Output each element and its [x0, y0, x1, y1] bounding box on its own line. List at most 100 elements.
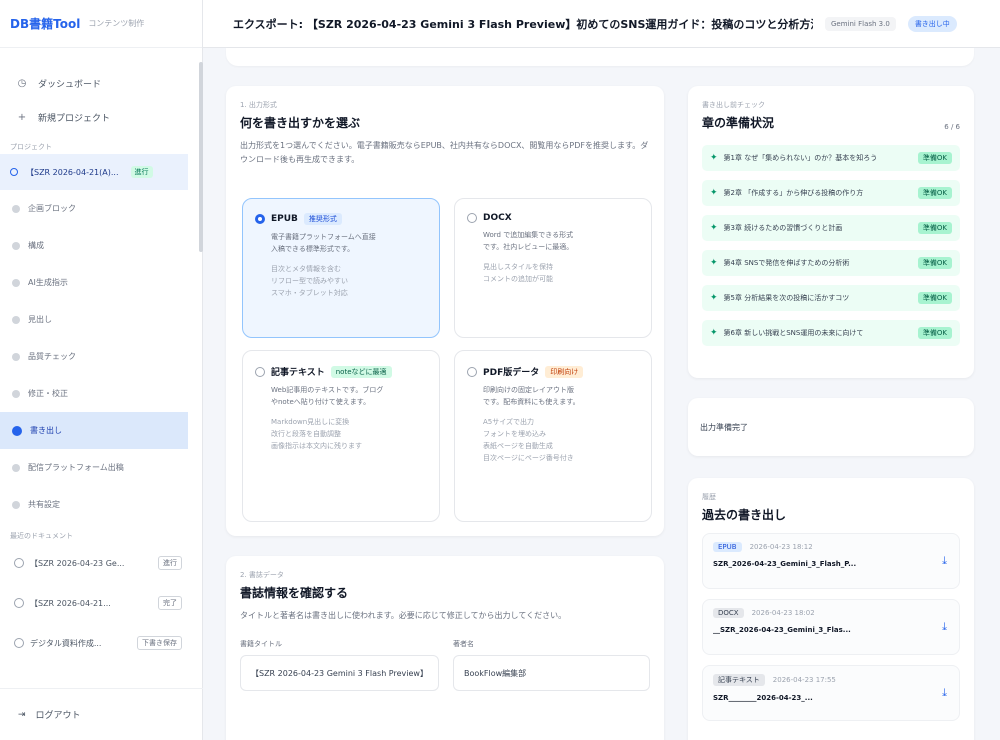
check-icon: ✦	[710, 188, 718, 198]
chapter-row: ✦ 第4章 SNSで発信を伸ばすための分析術 準備OK	[702, 250, 960, 276]
option-description: 電子書籍プラットフォームへ直接 入稿できる標準形式です。	[255, 231, 427, 255]
nav-dashboard[interactable]: ◷ ダッシュボード	[0, 66, 202, 100]
sidebar-step-item[interactable]: 構成	[0, 227, 188, 264]
model-badge: Gemini Flash 3.0	[825, 16, 896, 31]
sidebar-doc-item[interactable]: 【SZR 2026-04-23 Ge... 進行	[0, 543, 188, 583]
format-card: 1. 出力形式 何を書き出すかを選ぶ 出力形式を1つ選んでください。電子書籍販売…	[226, 86, 664, 536]
desc-line: やnoteへ貼り付けて使えます。	[271, 398, 371, 406]
option-name: EPUB	[271, 214, 298, 224]
step-label: AI生成指示	[28, 278, 68, 287]
sidebar-step-item[interactable]: 品質チェック	[0, 338, 188, 375]
doc-badge: 進行	[158, 556, 182, 570]
format-card-title: 何を書き出すかを選ぶ	[240, 116, 361, 130]
sidebar-step-item[interactable]: 配信プラットフォーム出稿	[0, 449, 188, 486]
step-label: 構成	[28, 241, 44, 250]
format-option-EPUB[interactable]: EPUB 推奨形式 電子書籍プラットフォームへ直接 入稿できる標準形式です。 目次とメタ…	[242, 198, 440, 338]
chapters-card: 書き出し前チェック 章の準備状況 6 / 6 ✦ 第1章 なぜ「集められない」のか…	[688, 86, 974, 378]
radio-button[interactable]	[255, 366, 265, 377]
option-notes: Markdown見出しに変換 改行と段落を自動調整画像指示は本文内に残ります	[255, 416, 427, 452]
note-line: Markdown見出しに変換	[271, 418, 350, 426]
chapter-row: ✦ 第3章 続けるための習慣づくりと計画 準備OK	[702, 215, 960, 241]
download-icon[interactable]: ⤓	[942, 686, 947, 700]
status-badge: 書き出し中	[907, 15, 957, 32]
option-description: 印刷向けの固定レイアウト版 です。配布資料にも使えます。	[467, 384, 639, 408]
option-head: EPUB 推奨形式	[255, 213, 427, 225]
author-field: 著者名 BookFlow編集部	[452, 639, 650, 691]
step-indicator-icon	[12, 278, 20, 287]
doc-badge: 完了	[158, 596, 182, 610]
sidebar-step-item[interactable]: AI生成指示	[0, 264, 188, 301]
sidebar-step-item[interactable]: 企画ブロック	[0, 190, 188, 227]
sidebar-step-item[interactable]: 見出し	[0, 301, 188, 338]
step-label: 品質チェック	[28, 352, 76, 361]
format-option-PDF版データ[interactable]: PDF版データ 印刷向け 印刷向けの固定レイアウト版 です。配布資料にも使えます。 A5…	[454, 350, 652, 522]
step-label: 見出し	[28, 315, 52, 324]
option-notes: 目次とメタ情報を含む リフロー型で読みやすい スマホ・タブレット対応	[255, 263, 427, 299]
sidebar-doc-item[interactable]: デジタル資料作成... 下書き保存	[0, 623, 188, 663]
brand[interactable]: DB書籍Tool コンテンツ制作	[0, 0, 202, 48]
logout-label: ログアウト	[35, 711, 81, 721]
metadata-card-desc: タイトルと著者名は書き出しに使われます。必要に応じて修正してから出力してください…	[240, 611, 567, 620]
project-label: 【SZR 2026-04-21(A)...	[26, 167, 119, 177]
page-header: エクスポート: 【SZR 2026-04-23 Gemini 3 Flash P…	[203, 0, 1000, 48]
history-card-label: 履歴	[702, 493, 716, 501]
sidebar-step-item[interactable]: 書き出し	[0, 412, 188, 449]
note-line: 見出しスタイルを保持	[483, 263, 553, 271]
chapter-count: 6 / 6	[944, 123, 960, 131]
desc-line: 電子書籍プラットフォームへ直接	[271, 233, 376, 241]
active-project-item[interactable]: 【SZR 2026-04-21(A)... 進行	[0, 154, 188, 190]
brand-logo[interactable]: DB書籍Tool	[10, 15, 80, 32]
book-title-input[interactable]: 【SZR 2026-04-23 Gemini 3 Flash Preview】	[240, 655, 439, 691]
chapter-status-badge: 準備OK	[917, 327, 952, 339]
radio-button[interactable]	[255, 214, 265, 224]
history-filename: SZR________2026-04-23_...	[713, 694, 813, 702]
author-input[interactable]: BookFlow編集部	[452, 655, 650, 691]
format-card-desc: 出力形式を1つ選んでください。電子書籍販売ならEPUB、社内共有ならDOCX、閲…	[240, 141, 649, 164]
chapters-card-title: 章の準備状況	[702, 116, 775, 130]
history-item-head: DOCX 2026-04-23 18:02	[713, 608, 949, 618]
step-indicator-icon	[12, 241, 20, 250]
option-name: DOCX	[483, 213, 512, 223]
logout-button[interactable]: ⇥ ログアウト	[0, 688, 203, 740]
note-line: 目次とメタ情報を含む	[271, 265, 341, 273]
sidebar-doc-item[interactable]: 【SZR 2026-04-21... 完了	[0, 583, 188, 623]
chapter-row: ✦ 第1章 なぜ「集められない」のか？基本を知ろう 準備OK	[702, 145, 960, 171]
chapter-status-badge: 準備OK	[917, 187, 952, 199]
sidebar-step-item[interactable]: 修正・校正	[0, 375, 188, 412]
chapter-status-badge: 準備OK	[917, 257, 952, 269]
desc-line: 入稿できる標準形式です。	[271, 245, 355, 253]
metadata-card-label: 2. 書誌データ	[240, 571, 284, 579]
note-line: 画像指示は本文内に残ります	[271, 442, 362, 450]
note-line: 改行と段落を自動調整	[271, 430, 341, 438]
nav-new-project[interactable]: + 新規プロジェクト	[0, 100, 202, 134]
radio-button[interactable]	[467, 213, 477, 223]
note-line: A5サイズで出力	[483, 418, 535, 426]
format-option-DOCX[interactable]: DOCX Word で追加編集できる形式 です。社内レビューに最適。 見出しスタイルを…	[454, 198, 652, 338]
format-option-記事テキスト[interactable]: 記事テキスト noteなどに最適 Web記事用のテキストです。ブログ やnoteへ貼り…	[242, 350, 440, 522]
progress-strip	[226, 48, 974, 66]
sidebar-scrollbar[interactable]	[199, 62, 203, 252]
desc-line: Web記事用のテキストです。ブログ	[271, 386, 384, 394]
brand-subtitle: コンテンツ制作	[88, 19, 145, 28]
option-notes: 見出しスタイルを保持 コメントの追加が可能	[467, 261, 639, 285]
chapter-row: ✦ 第5章 分析結果を次の投稿に活かすコツ 準備OK	[702, 285, 960, 311]
doc-status-icon	[14, 638, 24, 648]
note-line: スマホ・タブレット対応	[271, 289, 348, 297]
check-icon: ✦	[710, 258, 718, 268]
option-notes: A5サイズで出力 フォントを埋め込み 表紙ページを自動生成 目次ページにページ番号付き	[467, 416, 639, 464]
option-description: Word で追加編集できる形式 です。社内レビューに最適。	[467, 229, 639, 253]
book-title-field: 書籍タイトル 【SZR 2026-04-23 Gemini 3 Flash Pr…	[240, 639, 439, 691]
history-filename: __SZR_2026-04-23_Gemini_3_Flas...	[713, 626, 851, 634]
sidebar-step-item[interactable]: 共有設定	[0, 486, 188, 523]
radio-button[interactable]	[467, 366, 477, 377]
option-head: 記事テキスト noteなどに最適	[255, 365, 427, 378]
doc-label: 【SZR 2026-04-21...	[30, 598, 111, 608]
metadata-card: 2. 書誌データ 書誌情報を確認する タイトルと著者名は書き出しに使われます。必…	[226, 556, 664, 740]
download-icon[interactable]: ⤓	[942, 554, 947, 568]
logout-icon: ⇥	[18, 709, 26, 720]
chapters-card-label: 書き出し前チェック	[702, 101, 765, 109]
chapter-title: 第5章 分析結果を次の投稿に活かすコツ	[723, 294, 850, 302]
history-filename: SZR_2026-04-23_Gemini_3_Flash_P...	[713, 560, 857, 568]
step-indicator-icon	[12, 425, 22, 436]
download-icon[interactable]: ⤓	[942, 620, 947, 634]
